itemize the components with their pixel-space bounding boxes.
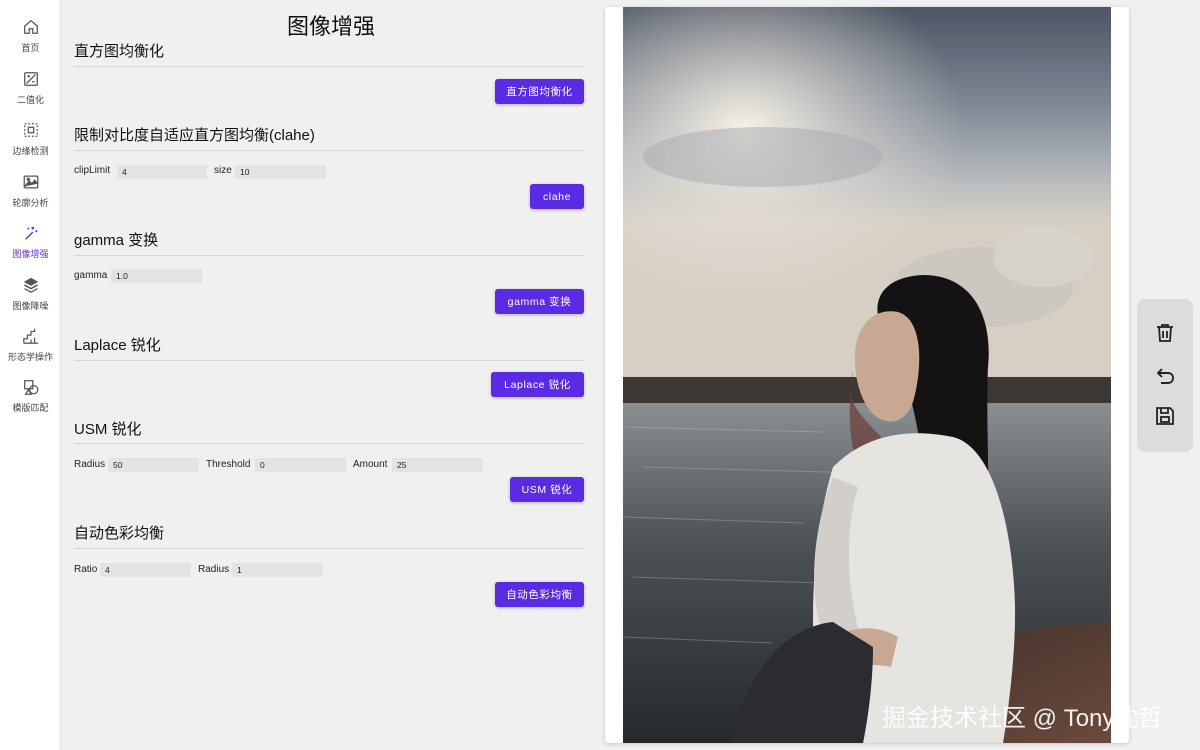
sidebar-item-label: 形态学操作 [7, 352, 53, 362]
section-title-laplace: Laplace 锐化 [74, 337, 161, 354]
usm-radius-input[interactable] [108, 458, 199, 472]
sidebar-item-image-enhance[interactable]: 图像增强 [0, 220, 61, 270]
clahe-button[interactable]: clahe [530, 184, 584, 209]
page-title: 图像增强 [286, 14, 375, 39]
sidebar-item-label: 首页 [21, 43, 40, 53]
sidebar-item-edge-detect[interactable]: 边缘检测 [0, 117, 61, 167]
sidebar-item-label: 图像增强 [12, 249, 49, 259]
layers-icon [23, 277, 38, 294]
sidebar-item-label: 图像降噪 [12, 301, 49, 311]
hist-equalize-button[interactable]: 直方图均衡化 [495, 79, 584, 104]
size-label: size [214, 165, 232, 176]
cliplimit-label: clipLimit [74, 165, 111, 176]
section-title-clahe: 限制对比度自适应直方图均衡(clahe) [74, 127, 315, 144]
usm-threshold-input[interactable] [255, 458, 346, 472]
section-title-ace: 自动色彩均衡 [74, 525, 165, 542]
enhance-panel: 图像增强 直方图均衡化 直方图均衡化 限制对比度自适应直方图均衡(clahe) … [61, 0, 601, 750]
sidebar-item-label: 轮廓分析 [12, 198, 49, 208]
ace-radius-label: Radius [198, 564, 230, 575]
ace-ratio-label: Ratio [74, 564, 98, 575]
sidebar-item-morphology[interactable]: 形态学操作 [0, 323, 61, 373]
image-toolbar [1137, 299, 1193, 452]
divider [74, 255, 584, 256]
sidebar-item-binarize[interactable]: 二值化 [0, 66, 61, 116]
edge-detect-icon [23, 123, 38, 137]
divider [74, 548, 584, 549]
shapes-icon [23, 380, 38, 395]
binarize-icon [23, 72, 38, 86]
usm-radius-label: Radius [74, 459, 106, 470]
gamma-input[interactable] [111, 269, 202, 283]
section-title-usm: USM 锐化 [74, 421, 142, 438]
contour-icon [23, 175, 38, 189]
save-icon[interactable] [1153, 404, 1177, 428]
section-title-hist: 直方图均衡化 [74, 43, 165, 60]
sidebar: 首页 二值化 边缘检测 轮廓分析 图像增强 图像降噪 形态学操作 模版匹配 [0, 0, 61, 750]
sidebar-item-template-match[interactable]: 模版匹配 [0, 374, 61, 424]
section-title-gamma: gamma 变换 [74, 232, 159, 249]
usm-sharpen-button[interactable]: USM 锐化 [510, 477, 584, 502]
steps-icon [22, 328, 38, 344]
sidebar-item-contour[interactable]: 轮廓分析 [0, 169, 61, 219]
usm-amount-label: Amount [353, 459, 388, 470]
sidebar-item-denoise[interactable]: 图像降噪 [0, 272, 61, 322]
divider [74, 443, 584, 444]
undo-icon[interactable] [1153, 363, 1177, 387]
divider [74, 150, 584, 151]
preview-photo [623, 7, 1111, 743]
ace-radius-input[interactable] [232, 563, 323, 577]
sidebar-item-label: 模版匹配 [12, 403, 49, 413]
sidebar-item-home[interactable]: 首页 [0, 14, 61, 64]
trash-icon[interactable] [1153, 321, 1177, 345]
divider [74, 66, 584, 67]
cliplimit-input[interactable] [117, 165, 207, 179]
sidebar-item-label: 边缘检测 [12, 146, 49, 156]
ace-ratio-input[interactable] [100, 563, 191, 577]
watermark-text: 掘金技术社区 @ Tony沈哲 [882, 705, 1163, 732]
auto-color-equalize-button[interactable]: 自动色彩均衡 [495, 582, 584, 607]
gamma-transform-button[interactable]: gamma 变换 [495, 289, 584, 314]
size-input[interactable] [235, 165, 326, 179]
divider [74, 360, 584, 361]
laplace-sharpen-button[interactable]: Laplace 锐化 [491, 372, 584, 397]
usm-amount-input[interactable] [392, 458, 483, 472]
sidebar-item-label: 二值化 [16, 95, 44, 105]
magic-wand-icon [24, 226, 37, 240]
gamma-label: gamma [74, 270, 108, 281]
usm-threshold-label: Threshold [206, 459, 251, 470]
home-icon [23, 19, 38, 34]
